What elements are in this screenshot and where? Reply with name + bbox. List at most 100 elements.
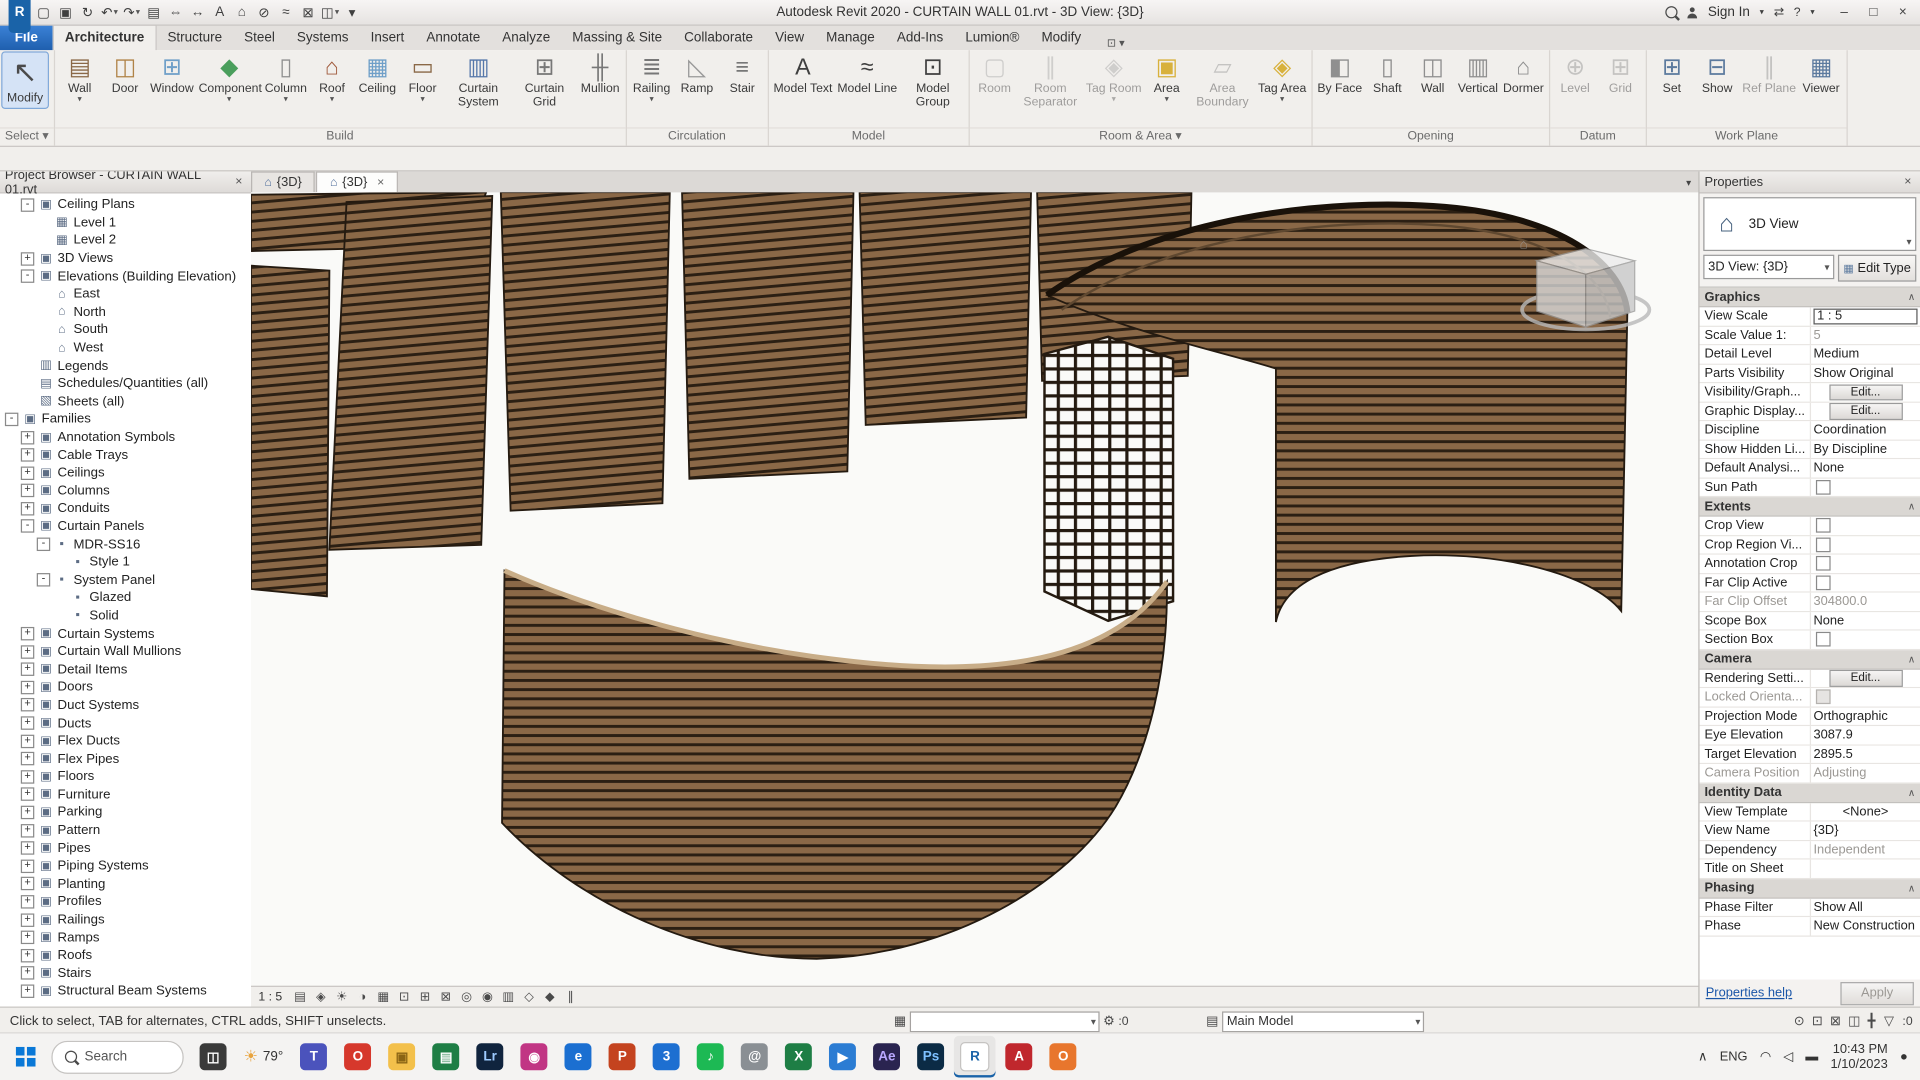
- taskbar-app-revit[interactable]: R: [954, 1035, 996, 1078]
- expand-icon[interactable]: +: [20, 930, 35, 945]
- taskbar-search[interactable]: Search: [51, 1040, 184, 1074]
- expand-icon[interactable]: +: [20, 894, 35, 909]
- expand-icon[interactable]: +: [20, 751, 35, 766]
- expand-icon[interactable]: +: [20, 626, 35, 641]
- help-dropdown-arrow[interactable]: ▾: [1810, 7, 1814, 18]
- taskbar-app-lightroom[interactable]: Lr: [469, 1036, 511, 1078]
- aligned-dimension-icon[interactable]: ↔: [187, 2, 208, 22]
- rendering-dialog-icon[interactable]: ▦: [374, 990, 392, 1003]
- notification-icon[interactable]: ●: [1900, 1049, 1908, 1064]
- ribbon-button-ramp[interactable]: ◺ Ramp: [674, 53, 719, 98]
- checkbox[interactable]: [1815, 537, 1831, 552]
- expand-icon[interactable]: +: [20, 483, 35, 498]
- ribbon-button-area-boundary[interactable]: ▱ Area Boundary: [1189, 53, 1255, 111]
- expand-icon[interactable]: +: [20, 430, 35, 444]
- tree-item-west[interactable]: ⌂ West: [0, 339, 251, 357]
- print-icon[interactable]: ▤: [143, 2, 164, 22]
- property-value[interactable]: [1811, 688, 1920, 706]
- tree-item-curtain-panels[interactable]: - ▣ Curtain Panels: [0, 518, 251, 536]
- tree-item-families[interactable]: - ▣ Families: [0, 410, 251, 428]
- expand-icon[interactable]: +: [20, 841, 35, 855]
- ribbon-button-room[interactable]: ▢ Room: [972, 53, 1017, 98]
- home-icon[interactable]: ⌂: [1520, 237, 1528, 252]
- sun-path-icon[interactable]: ☀: [332, 990, 350, 1003]
- collapse-icon[interactable]: ∧: [1908, 787, 1915, 798]
- tree-item-profiles[interactable]: + ▣ Profiles: [0, 893, 251, 911]
- tree-item-ducts[interactable]: + ▣ Ducts: [0, 714, 251, 732]
- ribbon-button-wall[interactable]: ◫ Wall: [1410, 53, 1455, 98]
- collapse-icon[interactable]: ∧: [1908, 501, 1915, 512]
- property-value[interactable]: 2895.5: [1811, 745, 1920, 763]
- expand-icon[interactable]: +: [20, 501, 35, 516]
- expand-icon[interactable]: +: [20, 805, 35, 820]
- taskbar-app-edge[interactable]: e: [558, 1036, 600, 1078]
- open-icon[interactable]: ▢: [33, 2, 54, 22]
- curtain-grid-lattice[interactable]: [1043, 335, 1175, 623]
- ribbon-button-by-face[interactable]: ◧ By Face: [1315, 53, 1365, 98]
- apply-button[interactable]: Apply: [1840, 981, 1914, 1005]
- close-icon[interactable]: ×: [1901, 175, 1916, 188]
- taskbar-app-after-effects[interactable]: Ae: [866, 1036, 908, 1078]
- tree-item-doors[interactable]: + ▣ Doors: [0, 678, 251, 696]
- property-value[interactable]: [1811, 555, 1920, 573]
- help-icon[interactable]: ?: [1794, 6, 1801, 19]
- tree-item-level-2[interactable]: ▦ Level 2: [0, 232, 251, 250]
- tree-item-floors[interactable]: + ▣ Floors: [0, 768, 251, 786]
- expand-icon[interactable]: +: [20, 734, 35, 748]
- tree-item-style-1[interactable]: ▪ Style 1: [0, 553, 251, 571]
- property-value[interactable]: Independent: [1811, 841, 1920, 859]
- tree-item-level-1[interactable]: ▦ Level 1: [0, 214, 251, 232]
- reveal-constraints-icon[interactable]: ∥: [561, 990, 579, 1003]
- ribbon-button-railing[interactable]: ≣ Railing ▾: [629, 53, 674, 105]
- tree-item-mdr-ss16[interactable]: - ▪ MDR-SS16: [0, 535, 251, 553]
- expand-icon[interactable]: +: [20, 662, 35, 677]
- expand-icon[interactable]: +: [20, 877, 35, 891]
- expand-icon[interactable]: +: [20, 948, 35, 963]
- ribbon-button-door[interactable]: ◫ Door: [102, 53, 147, 98]
- collapse-icon[interactable]: -: [20, 269, 35, 284]
- language-indicator[interactable]: ENG: [1720, 1049, 1748, 1064]
- section-identity-data[interactable]: Identity Data ∧: [1699, 783, 1920, 803]
- search-icon[interactable]: [1665, 6, 1678, 19]
- expand-icon[interactable]: +: [20, 787, 35, 802]
- volume-icon[interactable]: ◁: [1783, 1049, 1793, 1064]
- ribbon-button-dormer[interactable]: ⌂ Dormer: [1501, 53, 1547, 98]
- checkbox[interactable]: [1815, 556, 1831, 571]
- panel-label-circulation[interactable]: Circulation: [626, 127, 768, 145]
- taskbar-clock[interactable]: 10:43 PM 1/10/2023: [1831, 1042, 1888, 1071]
- section-camera[interactable]: Camera ∧: [1699, 649, 1920, 670]
- thin-lines-icon[interactable]: ≈: [276, 2, 297, 22]
- property-value[interactable]: 3087.9: [1811, 726, 1920, 744]
- taskbar-app-office[interactable]: O: [1042, 1036, 1084, 1078]
- drag-elements-on-selection-icon[interactable]: ╋: [1868, 1014, 1876, 1029]
- tree-item-east[interactable]: ⌂ East: [0, 285, 251, 303]
- redo-icon[interactable]: ↷ ▾: [121, 2, 142, 22]
- save-icon[interactable]: ▣: [55, 2, 76, 22]
- minimize-button[interactable]: –: [1829, 1, 1858, 24]
- ribbon-button-vertical[interactable]: ▥ Vertical: [1455, 53, 1500, 98]
- close-hidden-windows-icon[interactable]: ⊠: [298, 2, 319, 22]
- select-underlay-elements-icon[interactable]: ⊡: [1812, 1014, 1823, 1029]
- taskbar-app-powerpoint[interactable]: P: [602, 1036, 644, 1078]
- edit-button[interactable]: Edit...: [1828, 402, 1903, 420]
- property-value[interactable]: Edit...: [1811, 383, 1920, 401]
- expand-icon[interactable]: +: [20, 859, 35, 873]
- drawing-area[interactable]: ⌂: [251, 192, 1700, 987]
- expand-icon[interactable]: +: [20, 984, 35, 998]
- tree-item-elevations-building-elevation[interactable]: - ▣ Elevations (Building Elevation): [0, 267, 251, 285]
- tree-item-sheets-all[interactable]: ▧ Sheets (all): [0, 392, 251, 410]
- ribbon-button-column[interactable]: ▯ Column ▾: [262, 53, 309, 105]
- reveal-hidden-elements-icon[interactable]: ◉: [478, 990, 496, 1003]
- property-value[interactable]: None: [1811, 459, 1920, 477]
- tree-item-north[interactable]: ⌂ North: [0, 303, 251, 321]
- property-value[interactable]: {3D}: [1811, 822, 1920, 840]
- tree-item-curtain-systems[interactable]: + ▣ Curtain Systems: [0, 625, 251, 643]
- tree-item-3d-views[interactable]: + ▣ 3D Views: [0, 250, 251, 268]
- collapse-icon[interactable]: -: [36, 537, 51, 552]
- start-button[interactable]: [0, 1046, 51, 1067]
- taskbar-app-3ds-max[interactable]: 3: [646, 1036, 688, 1078]
- tree-item-flex-ducts[interactable]: + ▣ Flex Ducts: [0, 732, 251, 750]
- property-value[interactable]: 304800.0: [1811, 593, 1920, 611]
- tree-item-columns[interactable]: + ▣ Columns: [0, 482, 251, 500]
- tree-item-schedules-quantities-all[interactable]: ▤ Schedules/Quantities (all): [0, 375, 251, 393]
